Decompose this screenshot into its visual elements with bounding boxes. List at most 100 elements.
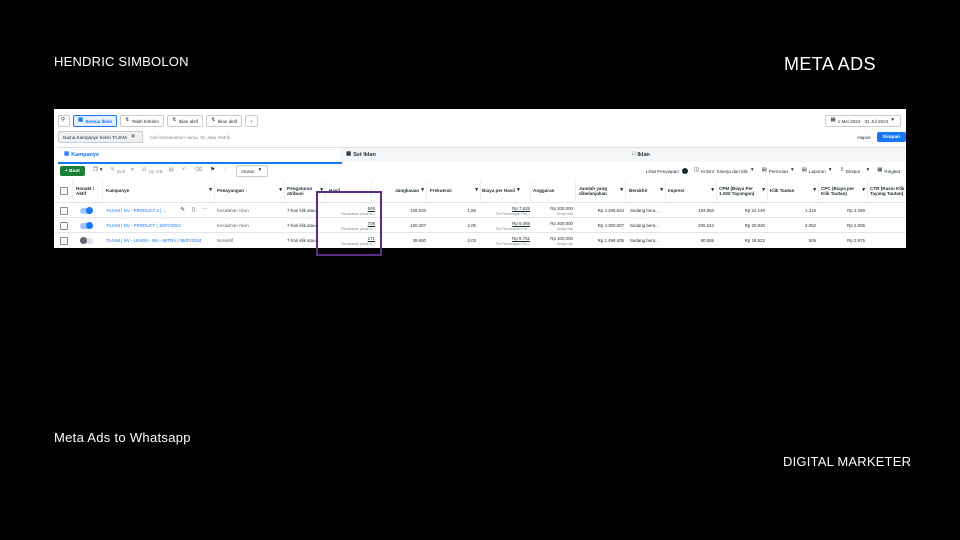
slide-title: META ADS: [784, 54, 876, 74]
tag-button[interactable]: ♢: [223, 168, 230, 174]
cost-type: Per Percakapan Pes...: [496, 226, 530, 231]
columns-dropdown[interactable]: ◫ Kolom: Kinerja dan klik ▾: [694, 168, 756, 174]
header-campaign[interactable]: Kampanye ▾: [106, 181, 215, 201]
frequency-value: 1,85: [467, 208, 476, 213]
chip-label: Semua Iklan: [85, 118, 113, 124]
tab-campaigns[interactable]: ▦ Kampanye: [58, 147, 342, 164]
header-label: Biaya per Hasil: [482, 188, 515, 194]
undo-button[interactable]: ↶: [182, 168, 189, 174]
toggle-switch-on: [80, 207, 93, 214]
archive-button[interactable]: ▤: [169, 168, 176, 174]
row-toggle[interactable]: [80, 233, 100, 248]
clear-button[interactable]: Hapus: [857, 135, 870, 140]
search-toggle-button[interactable]: ⚲: [58, 115, 71, 127]
sort-icon: ▾: [620, 187, 623, 194]
close-icon[interactable]: ✕: [131, 134, 136, 140]
frequency-value: 2,03: [467, 238, 476, 243]
flag-button[interactable]: ⚑: [210, 168, 217, 174]
chip-label: Iklan aktif: [217, 118, 238, 124]
lightning-icon: ↯: [171, 117, 177, 124]
amount-spent-value: Rp 4.300.007: [597, 223, 624, 228]
select-all-checkbox[interactable]: [60, 181, 73, 201]
row-checkbox[interactable]: [60, 218, 72, 233]
summary-label: Ringkat: [884, 168, 900, 174]
table-row[interactable]: TAJAM | NV - PRODUCT 2 | ... ✎ ▯ ⋯ Kesal…: [54, 202, 906, 218]
filter-chip-active-ads-2[interactable]: ↯ Iklan aktif: [206, 115, 243, 127]
cost-per-result-value[interactable]: Rp 7.625: [512, 206, 530, 211]
link-clicks-value: 2.062: [805, 223, 816, 228]
active-filter-pill[interactable]: Nama Kampanye berisi TAJAM ✕: [58, 131, 143, 143]
ends-value: Sedang bera...: [630, 238, 659, 243]
edit-button[interactable]: ✎ Edit ▾: [111, 168, 136, 174]
header-label: Klik Tautan: [770, 188, 795, 194]
header-label: CTR (Rasio Klik Tayang Tautan): [870, 185, 905, 196]
tab-ad-sets[interactable]: ▦ Set Iklan: [340, 147, 628, 162]
campaign-name-link[interactable]: TAJAM | NV - LEADS - WA - MITRA | 08/07/…: [106, 233, 214, 248]
summary-button[interactable]: ▦ Ringkat: [877, 168, 900, 174]
campaign-name-link[interactable]: TAJAM | NV - PRODUCT | 10/07/2024: [106, 218, 214, 233]
delete-button[interactable]: ⌫: [194, 168, 204, 174]
row-checkbox[interactable]: [60, 233, 72, 248]
table-row[interactable]: TAJAM | NV - LEADS - WA - MITRA | 08/07/…: [54, 232, 906, 248]
delivery-status: Kesalahan Akun: [217, 208, 249, 213]
budget-period: Setiap hari: [556, 241, 573, 246]
create-button[interactable]: + Buat: [60, 166, 85, 176]
report-icon: ▤: [801, 167, 807, 174]
pencil-icon[interactable]: ✎: [180, 207, 185, 214]
sort-icon: ▾: [421, 187, 424, 194]
slide-subtitle: Meta Ads to Whatsapp: [54, 430, 191, 445]
cost-per-result-value[interactable]: Rp 8.751: [512, 236, 530, 241]
filter-chip-active-ads[interactable]: ↯ Iklan aktif: [166, 115, 203, 127]
header-frequency[interactable]: Frekuensi ▾: [430, 181, 481, 201]
rules-dropdown[interactable]: Aturan ▾: [236, 165, 269, 177]
header-amount-spent[interactable]: Jumlah yang dibelanjakan ▾: [579, 181, 626, 201]
folder-icon: ▦: [78, 117, 84, 124]
header-ends[interactable]: Berakhir ▾: [629, 181, 666, 201]
filter-chip-all-ads[interactable]: ▦ Semua Iklan: [73, 115, 118, 127]
tag-icon: ♢: [223, 167, 228, 174]
cost-per-result-cell: Rp 8.751 Per Percakapan Pes...: [480, 233, 530, 248]
row-checkbox[interactable]: [60, 203, 72, 218]
header-cpm[interactable]: CPM (Biaya Per 1.000 Tayangan) ▾: [719, 181, 768, 201]
cpm-value: Rp 20.920: [744, 223, 765, 228]
header-budget[interactable]: Anggaran: [533, 181, 576, 201]
header-ctr[interactable]: CTR (Rasio Klik Tayang Tautan): [870, 181, 906, 201]
row-toggle[interactable]: [80, 218, 100, 233]
export-dropdown[interactable]: ⇪ Ekspor ▾: [840, 168, 872, 174]
tab-ads[interactable]: □ Iklan: [626, 147, 906, 162]
chevron-down-icon: ▾: [99, 167, 103, 174]
duplicate-button[interactable]: ❐ ▾: [93, 168, 105, 174]
archive-icon: ▤: [168, 167, 174, 174]
header-link-clicks[interactable]: Klik Tautan ▾: [770, 181, 819, 201]
search-input[interactable]: Cari berdasarkan nama, ID, atau metrik: [150, 135, 230, 140]
ab-test-button[interactable]: ⚖ Uji A/B: [142, 168, 163, 174]
view-setup-toggle[interactable]: Lihat Penyiapan: [646, 168, 688, 174]
amount-spent-value: Rp 4.295.634: [597, 208, 624, 213]
header-cpc[interactable]: CPC (Biaya per Klik Tautan) ▾: [821, 181, 868, 201]
reports-dropdown[interactable]: ▤ Laporan ▾: [802, 168, 834, 174]
cpm-value: Rp 22.149: [744, 208, 765, 213]
header-delivery[interactable]: Penayangan ↑ ▾: [217, 181, 285, 201]
flag-icon: ⚑: [210, 167, 216, 174]
breakdown-dropdown[interactable]: ▤ Perincian ▾: [762, 168, 796, 174]
undo-icon: ↶: [181, 167, 187, 174]
author-name: HENDRIC SIMBOLON: [54, 54, 189, 69]
table-row[interactable]: TAJAM | NV - PRODUCT | 10/07/2024 Kesala…: [54, 217, 906, 233]
header-impressions[interactable]: Impresi ▾: [668, 181, 717, 201]
filter-chip-delivered[interactable]: ↯ Telah terkirim: [120, 115, 164, 127]
date-range-picker[interactable]: ▦ 1 Mei 2024 - 31 Jul 2024 ▾: [825, 115, 901, 127]
cost-per-result-value[interactable]: Rp 6.065: [512, 221, 530, 226]
cpc-value: Rp 3.259: [847, 208, 865, 213]
header-onoff[interactable]: Nonakt / Aktif: [76, 181, 103, 201]
chart-icon[interactable]: ▯: [192, 207, 195, 214]
cpc-value: Rp 2.085: [847, 223, 865, 228]
save-button[interactable]: Simpan: [876, 132, 906, 142]
row-toggle[interactable]: [80, 203, 100, 218]
header-label: Jangkauan: [395, 188, 420, 194]
delivery-status: Nonaktif: [217, 238, 234, 243]
cost-type: Per Percakapan Pes...: [496, 241, 530, 246]
header-cost-per-result[interactable]: Biaya per Hasil ▾: [482, 181, 531, 201]
add-filter-button[interactable]: +: [245, 115, 258, 127]
more-icon[interactable]: ⋯: [202, 207, 208, 214]
chevron-down-icon: ▾: [790, 167, 794, 174]
